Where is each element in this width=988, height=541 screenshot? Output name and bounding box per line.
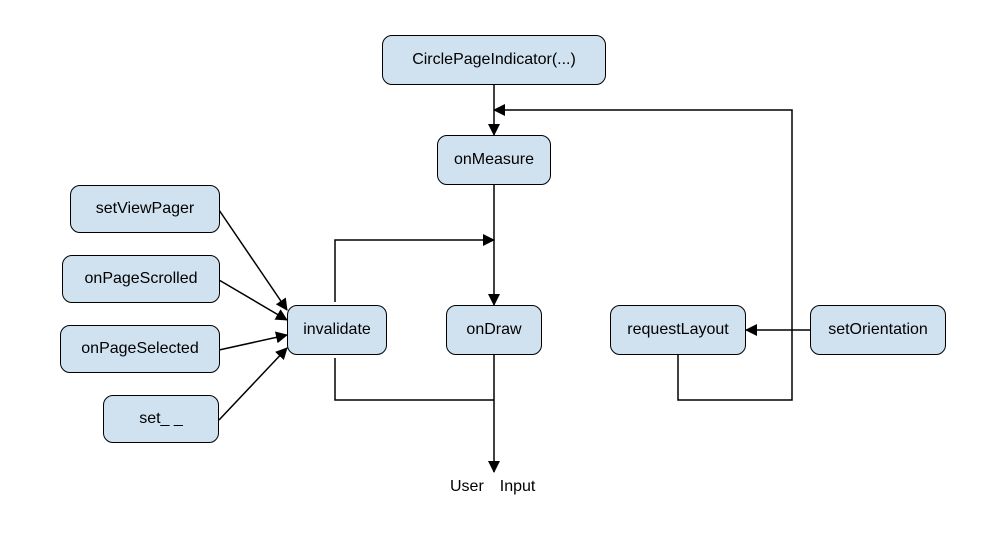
edge-setBlank-invalidate xyxy=(219,348,287,420)
edge-onPageScrolled-invalidate xyxy=(219,280,287,320)
node-setOrientation-label: setOrientation xyxy=(828,321,928,339)
node-onPageSelected-label: onPageSelected xyxy=(81,340,198,358)
node-constructor-label: CirclePageIndicator(...) xyxy=(412,51,576,69)
node-requestLayout: requestLayout xyxy=(610,305,746,355)
edge-onDraw-loopback xyxy=(335,358,494,400)
node-onDraw-label: onDraw xyxy=(466,321,521,339)
edge-invalidate-onDraw xyxy=(335,240,494,302)
node-invalidate: invalidate xyxy=(287,305,387,355)
node-onPageScrolled-label: onPageScrolled xyxy=(85,270,198,288)
node-onMeasure-label: onMeasure xyxy=(454,151,534,169)
node-onPageScrolled: onPageScrolled xyxy=(62,255,220,303)
node-constructor: CirclePageIndicator(...) xyxy=(382,35,606,85)
node-onDraw: onDraw xyxy=(446,305,542,355)
diagram-canvas: CirclePageIndicator(...) onMeasure onDra… xyxy=(0,0,988,541)
output-label-text: User Input xyxy=(450,478,535,495)
node-setViewPager: setViewPager xyxy=(70,185,220,233)
edge-onPageSelected-invalidate xyxy=(219,335,287,350)
node-onMeasure: onMeasure xyxy=(437,135,551,185)
node-requestLayout-label: requestLayout xyxy=(627,321,728,339)
node-setBlank: set_ _ xyxy=(103,395,219,443)
node-onPageSelected: onPageSelected xyxy=(60,325,220,373)
node-setBlank-label: set_ _ xyxy=(139,410,183,428)
output-label: User Input xyxy=(450,478,535,496)
node-setViewPager-label: setViewPager xyxy=(96,200,194,218)
edge-setViewPager-invalidate xyxy=(219,210,287,310)
node-invalidate-label: invalidate xyxy=(303,321,371,339)
node-setOrientation: setOrientation xyxy=(810,305,946,355)
